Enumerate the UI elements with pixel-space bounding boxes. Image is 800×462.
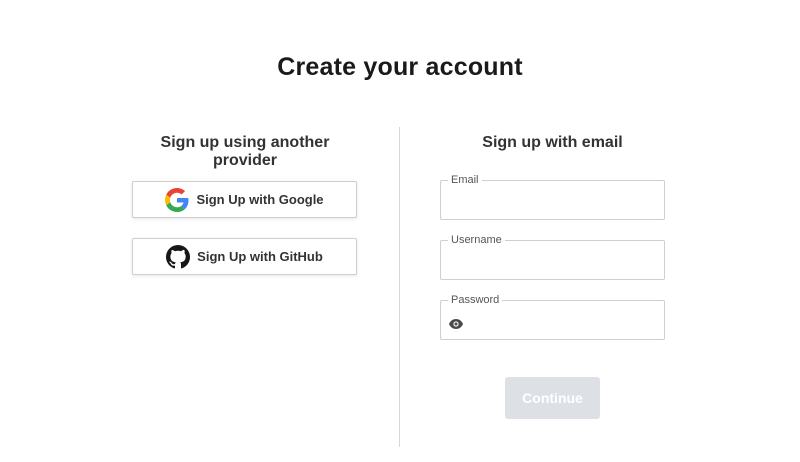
email-input[interactable]: [451, 193, 654, 213]
google-signup-button[interactable]: Sign Up with Google: [132, 181, 357, 218]
email-field-label: Email: [448, 174, 482, 187]
username-field[interactable]: Username: [440, 234, 665, 280]
column-divider: [399, 127, 400, 447]
continue-button[interactable]: Continue: [505, 377, 600, 419]
email-signup-heading: Sign up with email: [482, 134, 623, 151]
password-field[interactable]: Password: [440, 294, 665, 340]
email-field[interactable]: Email: [440, 174, 665, 220]
github-signup-button[interactable]: Sign Up with GitHub: [132, 238, 357, 275]
github-icon: [166, 244, 191, 269]
google-signup-label: Sign Up with Google: [196, 192, 324, 207]
username-input[interactable]: [451, 253, 654, 273]
github-signup-label: Sign Up with GitHub: [197, 249, 323, 264]
password-input[interactable]: [471, 313, 654, 333]
google-icon: [165, 187, 189, 212]
provider-heading: Sign up using another provider: [160, 134, 330, 169]
page-title: Create your account: [277, 53, 523, 81]
password-field-label: Password: [448, 294, 503, 307]
signup-page: Create your account Sign up using anothe…: [0, 0, 800, 462]
username-field-label: Username: [448, 234, 505, 247]
eye-icon[interactable]: [449, 316, 463, 329]
